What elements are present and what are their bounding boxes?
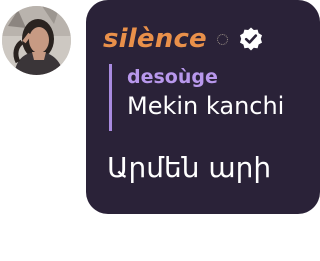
avatar[interactable] xyxy=(2,6,71,75)
avatar-photo xyxy=(2,6,71,75)
verified-badge-icon xyxy=(239,27,262,51)
message-text: Արմեն արի xyxy=(107,151,272,184)
chat-message: silènce desoùge Mekin kanchi Արմեն արի xyxy=(0,0,320,261)
reply-quote[interactable]: desoùge Mekin kanchi xyxy=(109,64,284,131)
reply-author: desoùge xyxy=(127,66,218,88)
message-header: silènce xyxy=(103,18,264,60)
message-bubble: silènce desoùge Mekin kanchi Արմեն արի xyxy=(86,0,320,214)
username[interactable]: silènce xyxy=(103,26,207,52)
dotted-circle-icon xyxy=(216,33,228,45)
reply-text: Mekin kanchi xyxy=(127,92,285,120)
